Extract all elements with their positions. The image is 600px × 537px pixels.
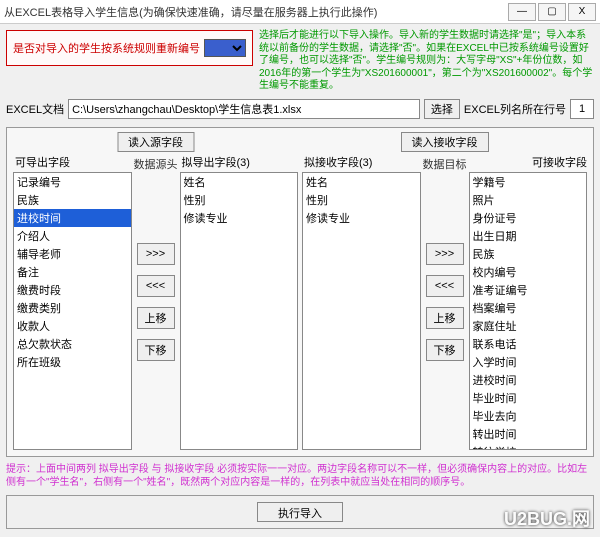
renumber-hint: 选择后才能进行以下导入操作。导入新的学生数据时请选择"是"；导入本系统以前备份的… <box>259 30 594 93</box>
source-group-label: 数据源头 <box>134 156 178 172</box>
source-half: 读入源字段 数据源头 可导出字段 记录编号民族进校时间介绍人辅导老师备注缴费时段… <box>13 134 298 450</box>
read-source-button[interactable]: 读入源字段 <box>117 132 194 152</box>
mapping-panel: 读入源字段 数据源头 可导出字段 记录编号民族进校时间介绍人辅导老师备注缴费时段… <box>6 127 594 457</box>
target-up-button[interactable]: 上移 <box>426 307 464 329</box>
list-item[interactable]: 校内编号 <box>470 263 587 281</box>
exec-row: 执行导入 <box>6 495 594 529</box>
maximize-button[interactable]: ▢ <box>538 3 566 21</box>
list-item[interactable]: 家庭住址 <box>470 317 587 335</box>
execute-import-button[interactable]: 执行导入 <box>257 502 343 522</box>
target-available-col: 可接收字段 学籍号照片身份证号出生日期民族校内编号准考证编号档案编号家庭住址联系… <box>469 154 588 450</box>
list-item[interactable]: 备注 <box>14 263 131 281</box>
window-title: 从EXCEL表格导入学生信息(为确保快速准确，请尽量在服务器上执行此操作) <box>4 4 508 20</box>
file-row: EXCEL文档 选择 EXCEL列名所在行号 <box>6 99 594 119</box>
list-item[interactable]: 性别 <box>303 191 420 209</box>
list-item[interactable]: 民族 <box>14 191 131 209</box>
renumber-select[interactable] <box>204 39 246 57</box>
renumber-label: 是否对导入的学生按系统规则重新编号 <box>13 40 200 56</box>
target-add-button[interactable]: >>> <box>426 243 464 265</box>
list-item[interactable]: 准考证编号 <box>470 281 587 299</box>
source-selected-col: 拟导出字段(3) 姓名性别修读专业 <box>180 154 299 450</box>
list-item[interactable]: 转往学校 <box>470 443 587 450</box>
list-item[interactable]: 修读专业 <box>181 209 298 227</box>
target-down-button[interactable]: 下移 <box>426 339 464 361</box>
list-item[interactable]: 入学时间 <box>470 353 587 371</box>
read-target-button[interactable]: 读入接收字段 <box>401 132 489 152</box>
minimize-button[interactable]: — <box>508 3 536 21</box>
target-available-header: 可接收字段 <box>469 154 588 170</box>
list-item[interactable]: 进校时间 <box>14 209 131 227</box>
titlebar: 从EXCEL表格导入学生信息(为确保快速准确，请尽量在服务器上执行此操作) — … <box>0 0 600 24</box>
target-selected-header: 拟接收字段(3) <box>302 154 421 170</box>
source-available-col: 可导出字段 记录编号民族进校时间介绍人辅导老师备注缴费时段缴费类别收款人总欠款状… <box>13 154 132 450</box>
list-item[interactable]: 缴费时段 <box>14 281 131 299</box>
list-item[interactable]: 姓名 <box>181 173 298 191</box>
list-item[interactable]: 照片 <box>470 191 587 209</box>
colrow-input[interactable] <box>570 99 594 119</box>
source-add-button[interactable]: >>> <box>137 243 175 265</box>
source-available-list[interactable]: 记录编号民族进校时间介绍人辅导老师备注缴费时段缴费类别收款人总欠款状态所在班级 <box>13 172 132 450</box>
list-item[interactable]: 出生日期 <box>470 227 587 245</box>
renumber-box: 是否对导入的学生按系统规则重新编号 <box>6 30 253 66</box>
file-path-input[interactable] <box>68 99 420 119</box>
list-item[interactable]: 收款人 <box>14 317 131 335</box>
source-down-button[interactable]: 下移 <box>137 339 175 361</box>
list-item[interactable]: 所在班级 <box>14 353 131 371</box>
window-controls: — ▢ X <box>508 3 596 21</box>
list-item[interactable]: 毕业时间 <box>470 389 587 407</box>
select-file-button[interactable]: 选择 <box>424 99 460 119</box>
source-mid-buttons: >>> <<< 上移 下移 <box>136 154 176 450</box>
list-item[interactable]: 学籍号 <box>470 173 587 191</box>
source-available-header: 可导出字段 <box>13 154 132 170</box>
list-item[interactable]: 毕业去向 <box>470 407 587 425</box>
source-up-button[interactable]: 上移 <box>137 307 175 329</box>
target-available-list[interactable]: 学籍号照片身份证号出生日期民族校内编号准考证编号档案编号家庭住址联系电话入学时间… <box>469 172 588 450</box>
list-item[interactable]: 辅导老师 <box>14 245 131 263</box>
list-item[interactable]: 姓名 <box>303 173 420 191</box>
list-item[interactable]: 民族 <box>470 245 587 263</box>
list-item[interactable]: 身份证号 <box>470 209 587 227</box>
list-item[interactable]: 总欠款状态 <box>14 335 131 353</box>
list-item[interactable]: 进校时间 <box>470 371 587 389</box>
target-group-label: 数据目标 <box>423 156 467 172</box>
list-item[interactable]: 记录编号 <box>14 173 131 191</box>
list-item[interactable]: 性别 <box>181 191 298 209</box>
list-item[interactable]: 转出时间 <box>470 425 587 443</box>
list-item[interactable]: 档案编号 <box>470 299 587 317</box>
colrow-label: EXCEL列名所在行号 <box>464 101 566 117</box>
target-remove-button[interactable]: <<< <box>426 275 464 297</box>
list-item[interactable]: 修读专业 <box>303 209 420 227</box>
target-selected-list[interactable]: 姓名性别修读专业 <box>302 172 421 450</box>
target-mid-buttons: >>> <<< 上移 下移 <box>425 154 465 450</box>
source-selected-header: 拟导出字段(3) <box>180 154 299 170</box>
source-selected-list[interactable]: 姓名性别修读专业 <box>180 172 299 450</box>
renumber-row: 是否对导入的学生按系统规则重新编号 选择后才能进行以下导入操作。导入新的学生数据… <box>6 30 594 93</box>
file-label: EXCEL文档 <box>6 101 64 117</box>
target-half: 读入接收字段 数据目标 拟接收字段(3) 姓名性别修读专业 >>> <<< 上移… <box>302 134 587 450</box>
list-item[interactable]: 介绍人 <box>14 227 131 245</box>
list-item[interactable]: 缴费类别 <box>14 299 131 317</box>
close-button[interactable]: X <box>568 3 596 21</box>
mapping-hint: 提示：上面中间两列 拟导出字段 与 拟接收字段 必须按实际一一对应。两边字段名称… <box>6 463 594 489</box>
target-selected-col: 拟接收字段(3) 姓名性别修读专业 <box>302 154 421 450</box>
source-remove-button[interactable]: <<< <box>137 275 175 297</box>
list-item[interactable]: 联系电话 <box>470 335 587 353</box>
